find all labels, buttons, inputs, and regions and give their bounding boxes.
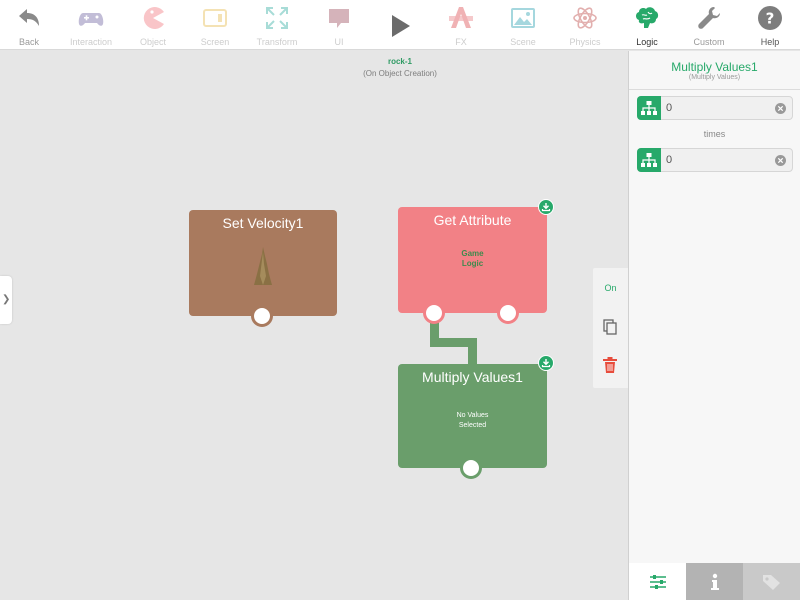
brain-icon	[636, 7, 659, 28]
fx-icon	[449, 7, 473, 28]
clear-icon[interactable]	[775, 155, 786, 166]
tab-tags[interactable]	[743, 563, 800, 600]
image-icon	[511, 8, 535, 28]
trash-icon[interactable]	[601, 356, 619, 374]
properties-panel: Multiply Values1 (Multiply Values) times	[628, 51, 800, 600]
panel-divider	[629, 89, 800, 90]
side-drawer-handle[interactable]: ❯	[0, 276, 12, 324]
tool-screen[interactable]: Screen	[183, 0, 247, 50]
node-multiply-values[interactable]: Multiply Values1 No Values Selected	[398, 364, 547, 468]
sliders-icon	[649, 574, 666, 589]
speech-bubble-icon	[329, 9, 349, 28]
tool-scene-label: Scene	[510, 37, 536, 47]
output-port[interactable]	[497, 302, 519, 324]
output-port[interactable]	[251, 305, 273, 327]
tool-screen-label: Screen	[200, 37, 230, 47]
tool-object-label: Object	[139, 37, 166, 47]
panel-subtitle: (Multiply Values)	[688, 74, 741, 81]
tab-settings[interactable]	[629, 563, 686, 600]
tool-logic[interactable]: Logic	[615, 0, 679, 50]
node-title: Get Attribute	[433, 212, 512, 228]
toggle-on-button[interactable]: On	[593, 283, 628, 293]
tool-interaction[interactable]: Interaction	[59, 0, 123, 50]
pacman-icon	[143, 6, 164, 30]
toolbar: Back Interaction Object Screen Transform…	[0, 0, 800, 50]
node-body: Game Logic	[398, 249, 547, 269]
tool-fx-label: FX	[455, 37, 467, 47]
hierarchy-icon[interactable]	[637, 148, 661, 172]
download-icon[interactable]	[538, 199, 554, 215]
help-icon: ?	[758, 6, 782, 30]
tags-icon	[763, 574, 780, 590]
hierarchy-icon[interactable]	[637, 96, 661, 120]
node-title: Set Velocity1	[222, 215, 304, 231]
tool-transform-label: Transform	[256, 37, 298, 47]
tab-info[interactable]	[686, 563, 743, 600]
node-body-line: Logic	[461, 259, 484, 268]
tool-logic-label: Logic	[636, 37, 658, 47]
value-input-2[interactable]	[666, 152, 766, 168]
tool-custom-label: Custom	[693, 37, 725, 47]
panel-tabs	[629, 563, 800, 600]
svg-text:?: ?	[766, 10, 775, 28]
tool-transform[interactable]: Transform	[245, 0, 309, 50]
help-label: Help	[760, 37, 780, 47]
atom-icon	[573, 7, 597, 29]
help-button[interactable]: ? Help	[738, 0, 800, 50]
panel-title: Multiply Values1	[671, 60, 758, 74]
node-title: Multiply Values1	[422, 369, 523, 385]
object-name: rock-1	[387, 57, 412, 66]
output-port[interactable]	[423, 302, 445, 324]
tool-physics-label: Physics	[569, 37, 601, 47]
node-body-line: Selected	[458, 422, 487, 429]
node-set-velocity[interactable]: Set Velocity1	[189, 210, 337, 316]
tool-custom[interactable]: Custom	[677, 0, 741, 50]
logic-canvas[interactable]	[0, 51, 628, 600]
back-arrow-icon	[19, 9, 39, 26]
play-icon[interactable]	[386, 12, 414, 40]
node-body-line: No Values	[456, 412, 489, 419]
screen-icon	[203, 9, 227, 27]
value-field-2[interactable]	[637, 148, 793, 172]
operator-label: times	[703, 129, 726, 139]
node-body-line: Game	[461, 249, 484, 258]
tool-scene[interactable]: Scene	[491, 0, 555, 50]
value-field-1[interactable]	[637, 96, 793, 120]
chevron-right-icon: ❯	[2, 294, 11, 305]
tool-object[interactable]: Object	[121, 0, 185, 50]
node-actions: On	[593, 268, 628, 388]
back-button[interactable]: Back	[0, 0, 61, 50]
tool-ui-label: UI	[334, 37, 344, 47]
clear-icon[interactable]	[775, 103, 786, 114]
wrench-icon	[698, 7, 720, 29]
event-name: (On Object Creation)	[363, 69, 437, 78]
copy-icon[interactable]	[601, 318, 619, 336]
node-body: No Values Selected	[398, 411, 547, 431]
tool-physics[interactable]: Physics	[553, 0, 617, 50]
connection-wire	[468, 338, 477, 366]
tool-fx[interactable]: FX	[429, 0, 493, 50]
expand-arrows-icon	[266, 7, 288, 29]
value-input-1[interactable]	[666, 100, 766, 116]
output-port[interactable]	[460, 457, 482, 479]
back-label: Back	[18, 37, 39, 47]
info-icon	[710, 573, 719, 590]
rock-sprite-icon	[254, 247, 272, 285]
tool-ui[interactable]: UI	[307, 0, 371, 50]
download-icon[interactable]	[538, 355, 554, 371]
gamepad-icon	[78, 13, 104, 26]
node-get-attribute[interactable]: Get Attribute Game Logic	[398, 207, 547, 313]
tool-interaction-label: Interaction	[69, 37, 113, 47]
